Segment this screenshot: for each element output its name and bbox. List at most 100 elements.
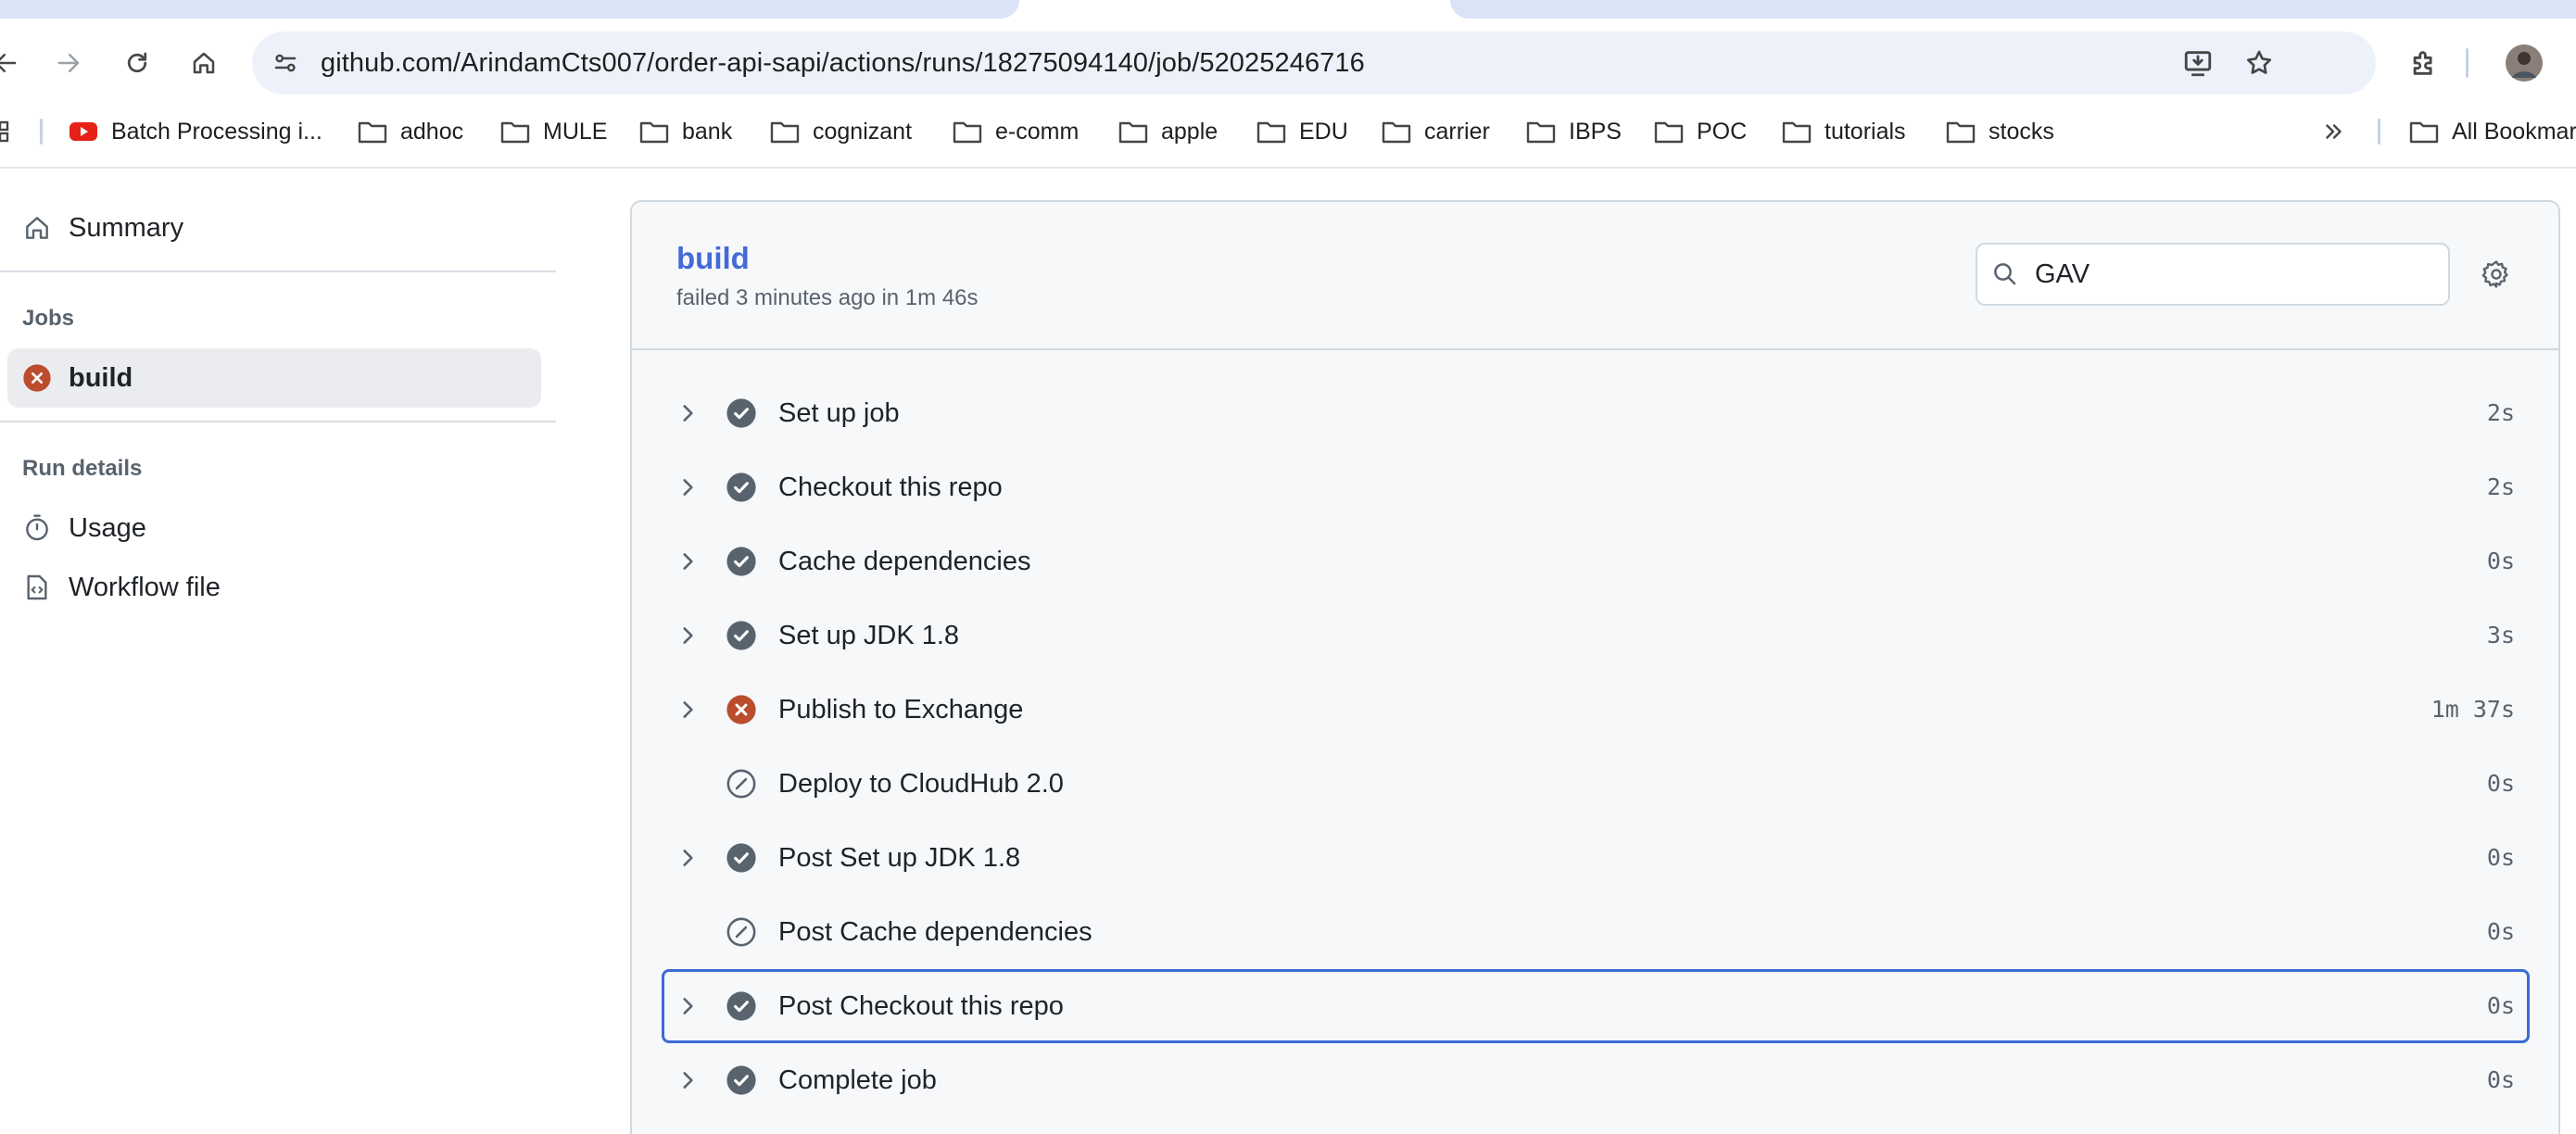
check-circle-fill-icon xyxy=(725,619,758,652)
step-duration: 0s xyxy=(2486,770,2515,797)
chevron-right-icon[interactable] xyxy=(675,845,701,871)
bookmark-item[interactable]: IBPS xyxy=(1526,106,1622,158)
bookmark-item[interactable]: apple xyxy=(1118,106,1218,158)
bookmark-item[interactable]: tutorials xyxy=(1782,106,1906,158)
home-button[interactable] xyxy=(182,41,226,85)
job-step-row[interactable]: Complete job 0s xyxy=(662,1043,2530,1117)
step-name: Publish to Exchange xyxy=(778,695,1024,724)
chevron-right-icon[interactable] xyxy=(675,993,701,1019)
step-duration: 3s xyxy=(2486,622,2515,649)
bookmark-label: apple xyxy=(1161,118,1219,145)
job-step-row[interactable]: Set up JDK 1.8 3s xyxy=(662,598,2530,673)
sidebar-divider xyxy=(0,271,556,272)
bookmark-label: IBPS xyxy=(1569,118,1622,145)
bookmark-item[interactable]: carrier xyxy=(1382,106,1490,158)
extensions-button[interactable] xyxy=(2402,41,2446,85)
back-button[interactable] xyxy=(0,41,28,85)
skip-icon xyxy=(725,915,758,949)
chevron-right-icon[interactable] xyxy=(675,548,701,574)
puzzle-icon xyxy=(2413,51,2432,75)
install-app-icon[interactable] xyxy=(2178,43,2218,83)
folder-icon xyxy=(1118,119,1148,145)
bookmark-star-icon[interactable] xyxy=(2239,43,2279,83)
run-details-heading: Run details xyxy=(22,456,143,481)
search-icon xyxy=(1989,258,2022,291)
step-name: Post Checkout this repo xyxy=(778,991,1064,1021)
site-info-icon[interactable] xyxy=(265,43,306,83)
job-title[interactable]: build xyxy=(676,241,750,276)
sidebar-item-usage[interactable]: Usage xyxy=(7,498,541,558)
sidebar-item-build-job[interactable]: build xyxy=(7,348,541,408)
url-text[interactable]: github.com/ArindamCts007/order-api-sapi/… xyxy=(321,32,1365,94)
folder-icon xyxy=(953,119,982,145)
step-name: Checkout this repo xyxy=(778,472,1003,502)
job-steps-list: Set up job 2s Checkout this repo 2s Cache de… xyxy=(662,376,2530,1117)
bookmark-item[interactable]: Batch Processing i... xyxy=(69,106,322,158)
step-duration: 0s xyxy=(2486,844,2515,871)
bookmark-item[interactable]: EDU xyxy=(1256,106,1348,158)
job-step-row[interactable]: Cache dependencies 0s xyxy=(662,524,2530,598)
folder-icon xyxy=(770,119,800,145)
reload-button[interactable] xyxy=(115,41,159,85)
chevron-right-icon[interactable] xyxy=(675,623,701,649)
job-step-row[interactable]: Checkout this repo 2s xyxy=(662,450,2530,524)
folder-icon xyxy=(1382,119,1411,145)
gear-icon[interactable] xyxy=(2476,254,2517,295)
log-search[interactable] xyxy=(1976,243,2450,306)
bookmark-item[interactable]: MULE xyxy=(500,106,607,158)
step-name: Post Cache dependencies xyxy=(778,917,1092,947)
check-circle-fill-icon xyxy=(725,471,758,504)
more-bookmarks-button[interactable] xyxy=(2322,106,2346,158)
folder-icon xyxy=(639,119,669,145)
job-step-row[interactable]: Post Cache dependencies 0s xyxy=(662,895,2530,969)
bookmark-label: cognizant xyxy=(813,118,913,145)
x-circle-fill-icon xyxy=(23,364,51,392)
folder-icon xyxy=(1782,119,1812,145)
bookmarks-bar: Batch Processing i... adhoc MULE bank cogniz… xyxy=(0,106,2576,169)
bookmark-item[interactable]: e-comm xyxy=(953,106,1079,158)
bookmark-item[interactable]: stocks xyxy=(1946,106,2054,158)
step-duration: 0s xyxy=(2486,918,2515,945)
job-step-row[interactable]: Deploy to CloudHub 2.0 0s xyxy=(662,747,2530,821)
bookmark-label: stocks xyxy=(1989,118,2054,145)
inactive-tab-right[interactable] xyxy=(1450,0,2576,19)
profile-avatar[interactable] xyxy=(2502,41,2546,85)
job-step-row[interactable]: Publish to Exchange 1m 37s xyxy=(662,673,2530,747)
check-circle-fill-icon xyxy=(725,397,758,430)
job-step-row[interactable]: Post Set up JDK 1.8 0s xyxy=(662,821,2530,895)
job-status-text: failed 3 minutes ago in 1m 46s xyxy=(676,285,979,310)
sidebar-item-label: Usage xyxy=(69,512,146,543)
bookmark-item[interactable]: POC xyxy=(1654,106,1747,158)
sidebar-divider xyxy=(0,421,556,422)
reload-icon xyxy=(127,52,147,73)
job-step-row[interactable]: Set up job 2s xyxy=(662,376,2530,450)
bookmark-label: adhoc xyxy=(400,118,464,145)
step-duration: 0s xyxy=(2486,992,2515,1019)
folder-icon xyxy=(1526,119,1556,145)
bookmarks-separator xyxy=(2378,119,2380,145)
bookmark-item[interactable]: cognizant xyxy=(770,106,912,158)
search-logs-input[interactable] xyxy=(2035,250,2433,298)
inactive-tab-left[interactable] xyxy=(0,0,1019,19)
sidebar-item-label: build xyxy=(69,362,133,393)
sidebar-item-summary[interactable]: Summary xyxy=(7,198,541,258)
job-step-row[interactable]: Post Checkout this repo 0s xyxy=(662,969,2530,1043)
address-bar[interactable]: github.com/ArindamCts007/order-api-sapi/… xyxy=(252,32,2376,94)
apps-icon[interactable] xyxy=(0,106,13,158)
job-log-panel: build failed 3 minutes ago in 1m 46s Set… xyxy=(630,200,2560,1134)
chevron-right-icon[interactable] xyxy=(675,474,701,500)
chevron-right-icon[interactable] xyxy=(675,697,701,723)
step-name: Set up job xyxy=(778,398,900,428)
chevron-right-icon[interactable] xyxy=(675,1067,701,1093)
bookmark-item[interactable]: bank xyxy=(639,106,732,158)
folder-icon xyxy=(2409,119,2439,145)
step-duration: 1m 37s xyxy=(2431,696,2515,723)
sidebar-item-workflow-file[interactable]: Workflow file xyxy=(7,558,541,617)
folder-icon xyxy=(500,119,530,145)
chevron-right-icon[interactable] xyxy=(675,400,701,426)
bookmark-item[interactable]: adhoc xyxy=(358,106,463,158)
forward-button[interactable] xyxy=(46,41,91,85)
step-name: Post Set up JDK 1.8 xyxy=(778,843,1021,873)
all-bookmarks-button[interactable]: All Bookmar xyxy=(2409,106,2576,158)
bookmark-label: bank xyxy=(682,118,733,145)
